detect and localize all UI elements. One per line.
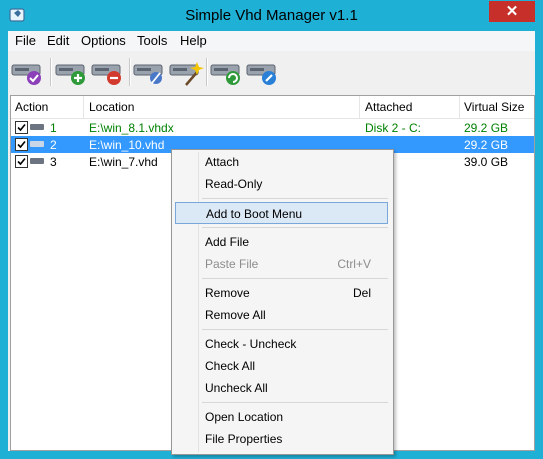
edit-disk-icon[interactable] (132, 56, 168, 88)
column-virtual-size[interactable]: Virtual Size (464, 100, 524, 114)
row-size: 29.2 GB (464, 138, 509, 152)
check-icon (17, 140, 26, 149)
refresh-disk-icon[interactable] (209, 56, 245, 88)
row-location: E:\win_7.vhd (89, 155, 158, 169)
title-bar[interactable]: Simple Vhd Manager v1.1 ✕ (0, 0, 543, 31)
menu-edit[interactable]: Edit (47, 33, 69, 48)
check-icon (17, 157, 26, 166)
menu-uncheck-all-label: Uncheck All (205, 381, 268, 395)
menu-options[interactable]: Options (81, 33, 126, 48)
row-size: 39.0 GB (464, 155, 509, 169)
row-size: 29.2 GB (464, 121, 509, 135)
toolbar (8, 51, 535, 93)
column-location[interactable]: Location (89, 100, 134, 114)
row-checkbox[interactable] (15, 155, 28, 168)
menu-read-only[interactable]: Read-Only (175, 173, 388, 195)
check-icon (17, 123, 26, 132)
menu-check-uncheck[interactable]: Check - Uncheck (175, 333, 388, 355)
toolbar-separator (206, 58, 208, 86)
column-divider[interactable] (83, 96, 84, 118)
menu-add-to-boot[interactable]: Add to Boot Menu (175, 202, 388, 224)
properties-disk-icon[interactable] (245, 56, 281, 88)
row-attached: Disk 2 - C: (365, 121, 422, 135)
menu-separator (202, 402, 388, 403)
menu-add-file-label: Add File (205, 235, 250, 249)
menu-attach-label: Attach (205, 155, 240, 169)
menu-remove-shortcut: Del (352, 286, 371, 300)
menu-open-location-label: Open Location (205, 410, 284, 424)
menu-add-file[interactable]: Add File (175, 231, 388, 253)
toolbar-separator (50, 58, 52, 86)
close-button[interactable]: ✕ (489, 1, 535, 22)
menu-remove-label: Remove (205, 286, 250, 300)
menu-separator (202, 198, 388, 199)
menu-paste-shortcut: Ctrl+V (337, 257, 371, 271)
menu-add-to-boot-label: Add to Boot Menu (206, 207, 303, 221)
menu-paste-file: Paste File Ctrl+V (175, 253, 388, 275)
disk-icon (30, 124, 44, 130)
window-title: Simple Vhd Manager v1.1 (185, 7, 358, 24)
toolbar-separator (129, 58, 131, 86)
row-location: E:\win_8.1.vhdx (89, 121, 174, 135)
menu-separator (202, 278, 388, 279)
menu-paste-file-label: Paste File (205, 257, 259, 271)
menu-remove-all-label: Remove All (205, 308, 266, 322)
context-menu: Attach Read-Only Add to Boot Menu Add Fi… (171, 149, 394, 455)
row-number: 2 (50, 138, 57, 152)
menu-file-properties[interactable]: File Properties (175, 428, 388, 450)
table-row[interactable]: 1 E:\win_8.1.vhdx Disk 2 - C: 29.2 GB (11, 119, 534, 136)
row-number: 1 (50, 121, 57, 135)
add-disk-icon[interactable] (54, 56, 90, 88)
menu-file-properties-label: File Properties (205, 432, 283, 446)
menu-separator (202, 329, 388, 330)
column-attached[interactable]: Attached (365, 100, 412, 114)
attach-disk-icon[interactable] (10, 56, 46, 88)
menu-help[interactable]: Help (180, 33, 207, 48)
menu-attach[interactable]: Attach (175, 151, 388, 173)
row-checkbox[interactable] (15, 121, 28, 134)
menu-tools[interactable]: Tools (137, 33, 167, 48)
menu-check-uncheck-label: Check - Uncheck (205, 337, 297, 351)
menu-remove[interactable]: Remove Del (175, 282, 388, 304)
menu-read-only-label: Read-Only (205, 177, 263, 191)
menu-file[interactable]: File (15, 33, 36, 48)
menu-check-all-label: Check All (205, 359, 256, 373)
column-divider[interactable] (459, 96, 460, 118)
menu-remove-all[interactable]: Remove All (175, 304, 388, 326)
disk-icon (30, 158, 44, 164)
row-location: E:\win_10.vhd (89, 138, 165, 152)
row-checkbox[interactable] (15, 138, 28, 151)
row-number: 3 (50, 155, 57, 169)
menu-separator (202, 227, 388, 228)
menu-bar: File Edit Options Tools Help (8, 31, 535, 51)
column-action[interactable]: Action (15, 100, 48, 114)
menu-uncheck-all[interactable]: Uncheck All (175, 377, 388, 399)
column-divider[interactable] (359, 96, 360, 118)
remove-disk-icon[interactable] (90, 56, 126, 88)
magic-disk-icon[interactable] (168, 56, 204, 88)
disk-icon (30, 141, 44, 147)
menu-open-location[interactable]: Open Location (175, 406, 388, 428)
list-header: Action Location Attached Virtual Size (11, 96, 534, 119)
menu-check-all[interactable]: Check All (175, 355, 388, 377)
